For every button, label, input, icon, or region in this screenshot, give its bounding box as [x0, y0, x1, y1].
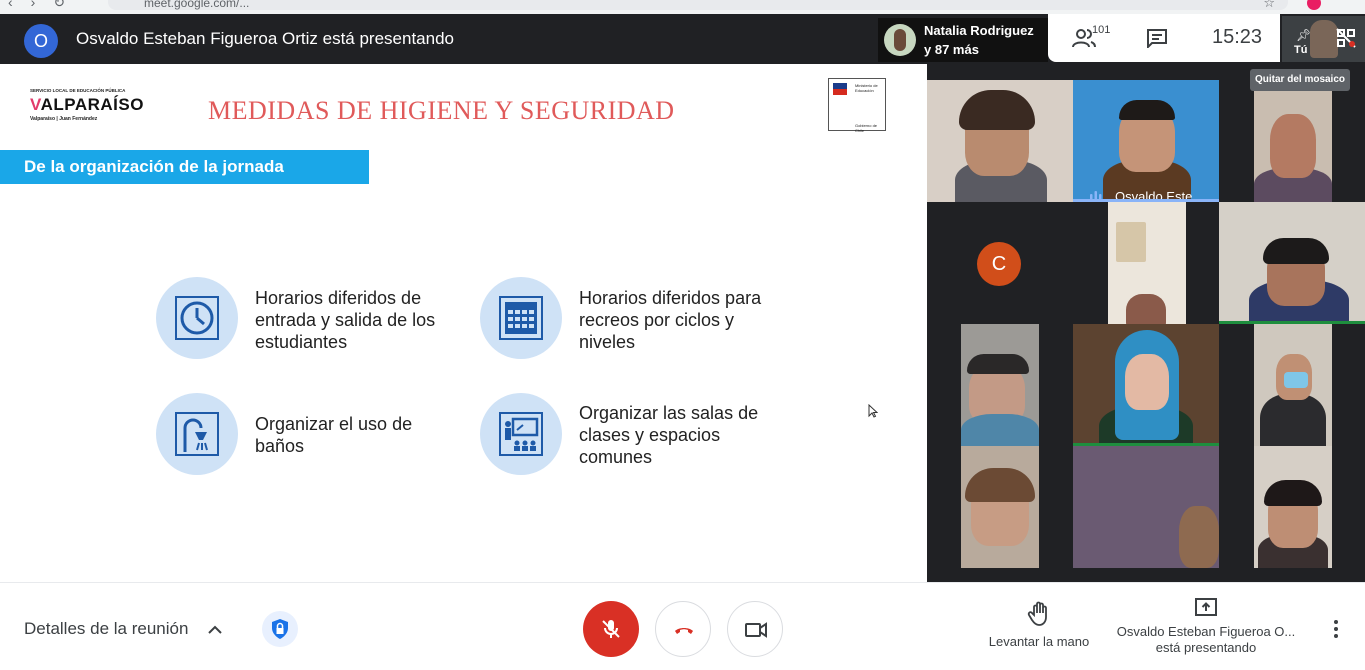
ministry-logo: Ministerio de Educación Gobierno de Chil… [828, 78, 886, 133]
video-tile[interactable] [1254, 446, 1332, 568]
pin-icon[interactable]: 📌︎ [1296, 28, 1311, 42]
video-tile[interactable] [1254, 324, 1332, 446]
item-icon-circle [480, 277, 562, 359]
participant-video [1263, 238, 1329, 264]
video-tile[interactable] [1219, 202, 1365, 324]
chevron-up-icon[interactable] [207, 623, 223, 635]
self-video-frame [1310, 20, 1338, 58]
participant-video [967, 354, 1029, 374]
participant-video [1270, 114, 1316, 178]
present-screen-icon [1195, 598, 1217, 616]
shower-icon [175, 412, 219, 456]
participant-video [965, 468, 1035, 502]
participant-more: y 87 más [924, 42, 979, 57]
video-tile[interactable] [1073, 324, 1219, 446]
self-label: Tú [1294, 44, 1308, 56]
participant-avatar [884, 24, 916, 56]
presenting-bar: O Osvaldo Esteban Figueroa Ortiz está pr… [0, 14, 1365, 64]
camera-toggle-button[interactable] [727, 601, 783, 657]
hand-icon [1027, 601, 1047, 626]
participant-name: Natalia Rodriguez [924, 23, 1034, 38]
chile-flag-icon [833, 83, 847, 95]
host-controls-button[interactable] [262, 611, 298, 647]
participant-chip[interactable]: Natalia Rodriguez y 87 más [878, 18, 1048, 62]
people-count: 101 [1092, 24, 1111, 36]
logo-small-text: SERVICIO LOCAL DE EDUCACIÓN PÚBLICA [30, 88, 126, 93]
logo-sub-text: Valparaíso | Juan Fernández [30, 116, 98, 122]
meeting-controls: 101 15:23 [1048, 14, 1280, 62]
participant-video [1264, 480, 1322, 506]
address-bar[interactable]: meet.google.com/... [108, 0, 1288, 10]
item-label: Organizar las salas de clases y espacios… [579, 403, 759, 467]
participant-video [1260, 394, 1326, 446]
raise-hand-button[interactable]: Levantar la mano [984, 601, 1094, 649]
participant-initial-avatar: C [977, 242, 1021, 286]
presentation-slide: SERVICIO LOCAL DE EDUCACIÓN PÚBLICA VALP… [0, 64, 927, 582]
presenting-text: Osvaldo Esteban Figueroa Ortiz está pres… [76, 29, 454, 48]
meet-window: ‹›↻ meet.google.com/... ☆ O Osvaldo Este… [0, 0, 1365, 670]
classroom-icon [499, 412, 543, 456]
valparaiso-logo: SERVICIO LOCAL DE EDUCACIÓN PÚBLICA VALP… [30, 88, 170, 124]
clock-icon [175, 296, 219, 340]
shield-lock-icon [272, 619, 288, 639]
participant-grid: Osvaldo Este... C [927, 64, 1365, 582]
logo-initial: V [30, 95, 41, 114]
video-camera-icon [745, 622, 767, 638]
speaker-video-tile[interactable]: Osvaldo Este... [1073, 80, 1219, 202]
more-options-icon[interactable] [1326, 617, 1346, 641]
presenting-name: Osvaldo Esteban Figueroa O... [1116, 624, 1296, 639]
chat-icon[interactable] [1146, 28, 1168, 48]
profile-avatar[interactable] [1307, 0, 1321, 10]
microphone-toggle-button[interactable] [583, 601, 639, 657]
video-tile[interactable] [1108, 202, 1186, 324]
item-label: Horarios diferidos para recreos por cicl… [579, 288, 762, 352]
slide-title: MEDIDAS DE HIGIENE Y SEGURIDAD [208, 96, 675, 125]
browser-toolbar: ‹›↻ meet.google.com/... ☆ [0, 0, 1365, 14]
video-tile[interactable]: C [927, 202, 1073, 324]
section-header: De la organización de la jornada [0, 150, 369, 184]
meeting-details-button[interactable]: Detalles de la reunión [24, 619, 188, 639]
logo-main-text: VALPARAÍSO [30, 95, 144, 115]
participant-video [1284, 372, 1308, 388]
raise-hand-label: Levantar la mano [988, 634, 1090, 649]
video-tile[interactable] [961, 324, 1039, 446]
participant-video [1116, 222, 1146, 262]
item-label: Organizar el uso de baños [255, 414, 413, 456]
address-text: meet.google.com/... [144, 0, 250, 10]
video-tile[interactable] [927, 80, 1073, 202]
phone-hangup-icon [675, 628, 693, 634]
participant-video [1179, 506, 1219, 568]
ministry-text: Ministerio de Educación [855, 83, 878, 93]
leave-call-button[interactable] [655, 601, 711, 657]
participant-video [1119, 100, 1175, 120]
star-icon[interactable]: ☆ [1263, 0, 1275, 11]
item-label: Horarios diferidos de entrada y salida d… [255, 288, 436, 352]
presenting-status-text: está presentando [1155, 640, 1257, 655]
participant-video [959, 90, 1035, 130]
self-video-tile[interactable]: 📌︎ Tú [1282, 16, 1365, 62]
participant-video [1125, 354, 1169, 410]
item-icon-circle [156, 277, 238, 359]
calendar-icon [499, 296, 543, 340]
mic-off-icon [602, 620, 620, 638]
participant-video [1126, 294, 1166, 324]
logo-rest: ALPARAÍSO [40, 95, 144, 114]
bottom-control-bar: Detalles de la reunión Levantar la mano … [0, 582, 1365, 670]
government-text: Gobierno de Chile [855, 123, 878, 133]
remove-from-tile-icon[interactable] [1336, 28, 1356, 48]
item-icon-circle [156, 393, 238, 475]
video-tile[interactable] [1254, 80, 1332, 202]
presentation-status-button[interactable]: Osvaldo Esteban Figueroa O... está prese… [1108, 597, 1304, 656]
tooltip: Quitar del mosaico [1250, 69, 1350, 91]
video-tile[interactable] [961, 446, 1039, 568]
participant-video [961, 414, 1039, 446]
mouse-cursor-icon [868, 404, 878, 418]
item-icon-circle [480, 393, 562, 475]
clock-text: 15:23 [1212, 26, 1263, 48]
video-tile[interactable] [1073, 446, 1219, 568]
browser-nav-icons[interactable]: ‹›↻ [8, 0, 83, 11]
presenter-avatar: O [24, 24, 58, 58]
